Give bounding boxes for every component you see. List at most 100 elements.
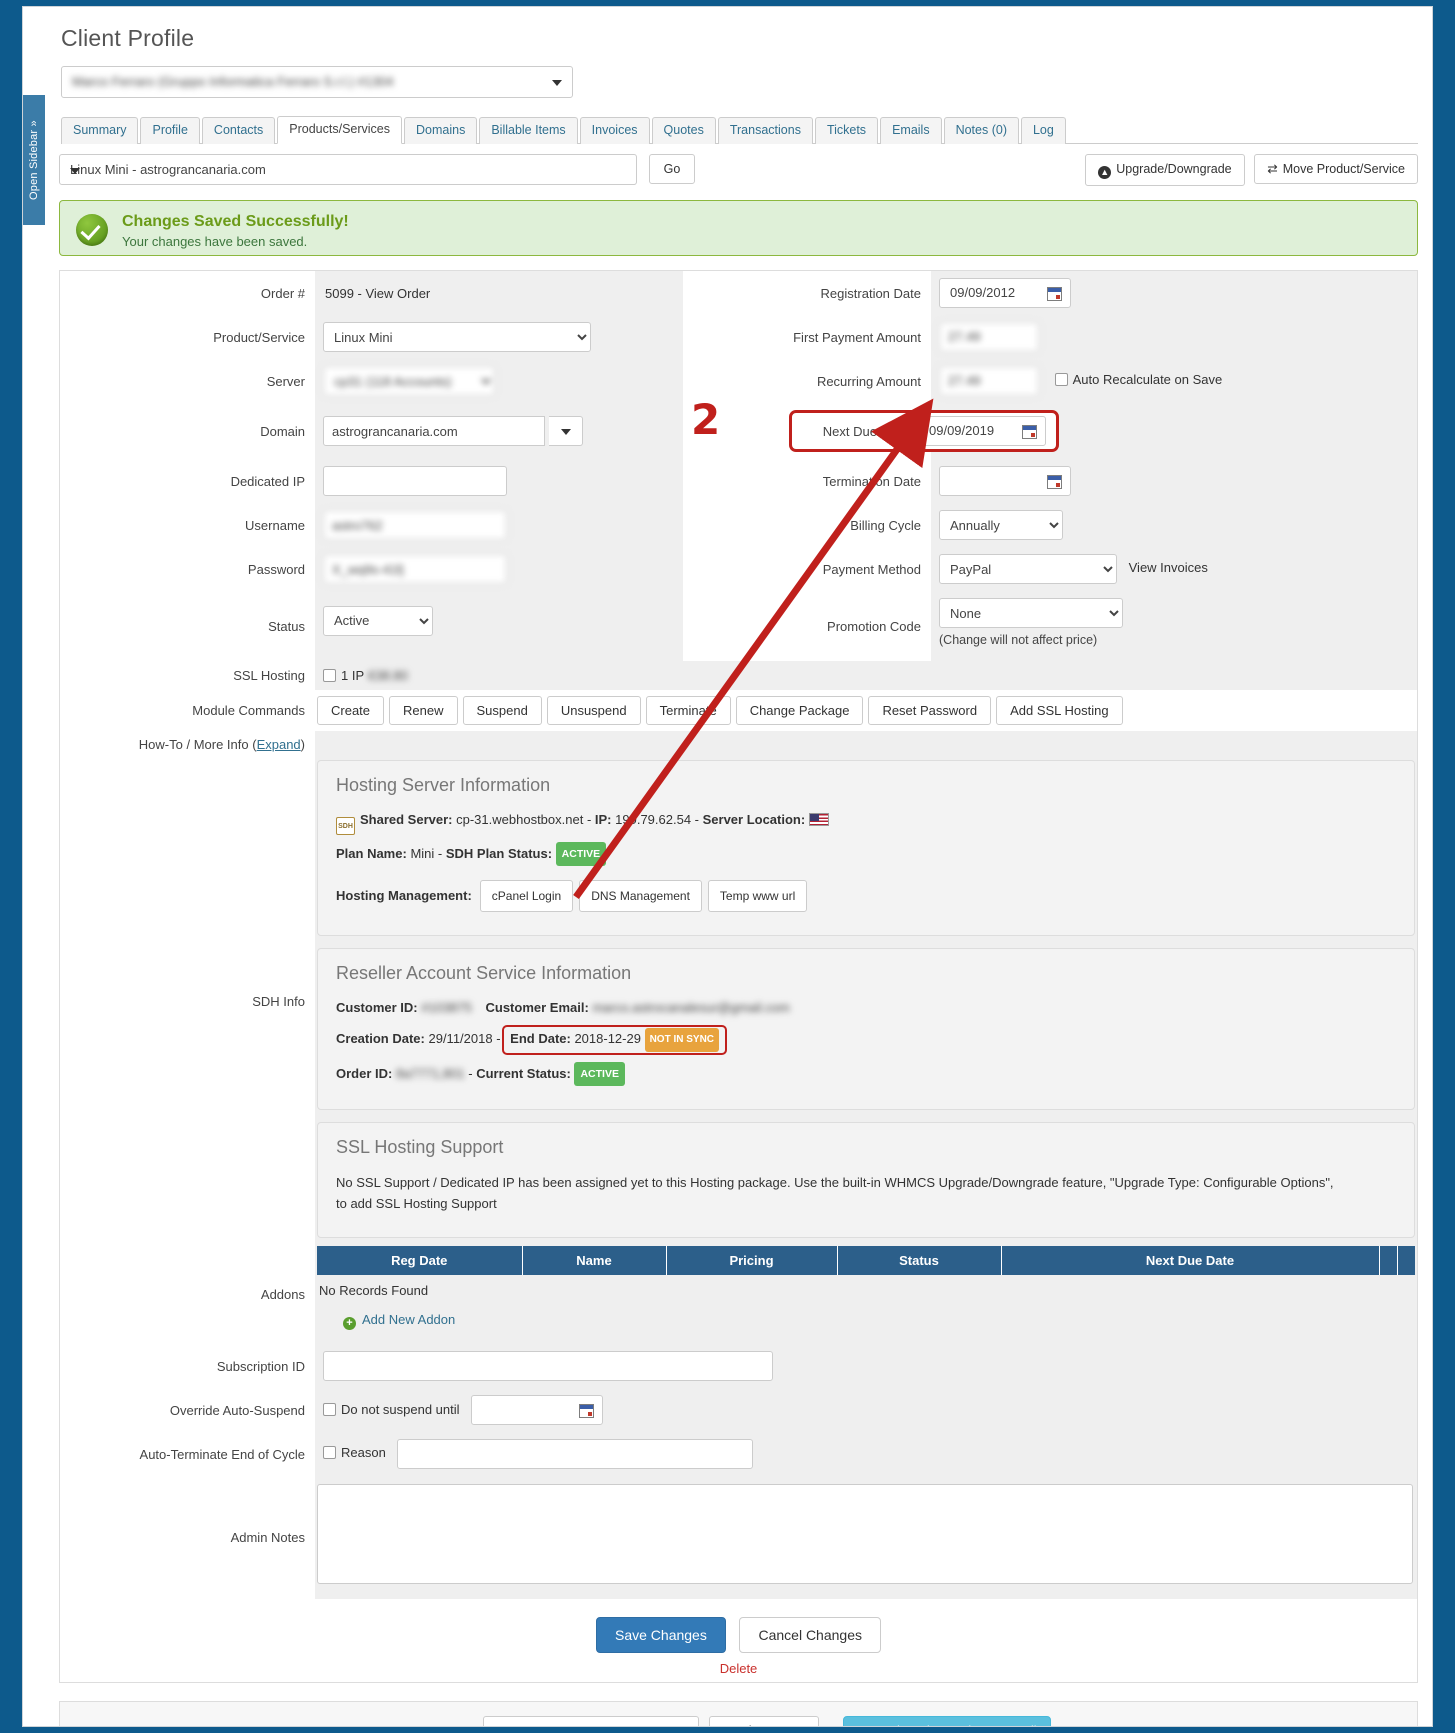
addons-col-reg-date: Reg Date bbox=[317, 1246, 523, 1275]
upgrade-downgrade-button[interactable]: ▲ Upgrade/Downgrade bbox=[1085, 154, 1245, 186]
product-select[interactable]: Linux Mini bbox=[323, 322, 591, 352]
success-alert: Changes Saved Successfully! Your changes… bbox=[59, 200, 1418, 256]
add-new-addon-wrapper[interactable]: + Add New Addon bbox=[317, 1306, 1415, 1334]
add-new-addon-link[interactable]: Add New Addon bbox=[362, 1312, 455, 1327]
override-auto-suspend-checkbox[interactable] bbox=[323, 1403, 336, 1416]
tab-quotes[interactable]: Quotes bbox=[651, 117, 716, 144]
save-changes-button[interactable]: Save Changes bbox=[596, 1617, 726, 1653]
view-invoices-link[interactable]: View Invoices bbox=[1129, 560, 1208, 575]
auto-recalculate-wrapper[interactable]: Auto Recalculate on Save bbox=[1054, 372, 1222, 387]
ip-value: 199.79.62.54 bbox=[615, 812, 692, 827]
registration-date-field[interactable] bbox=[939, 278, 1071, 308]
tab-contacts[interactable]: Contacts bbox=[201, 117, 276, 144]
promotion-code-cell: None (Change will not affect price) bbox=[931, 591, 1405, 661]
billing-cycle-select[interactable]: Annually bbox=[939, 510, 1063, 540]
module-command-unsuspend[interactable]: Unsuspend bbox=[546, 696, 641, 725]
chevron-down-icon bbox=[560, 429, 571, 435]
override-suspend-date-field[interactable] bbox=[471, 1395, 603, 1425]
billing-cycle-label: Billing Cycle bbox=[850, 517, 921, 533]
upgrade-downgrade-label: Upgrade/Downgrade bbox=[1116, 162, 1232, 176]
tab-profile[interactable]: Profile bbox=[140, 117, 200, 144]
next-due-date-field[interactable] bbox=[918, 416, 1046, 446]
customer-email-value: marco.astrocanalesur@gmail.com bbox=[592, 1000, 790, 1015]
reseller-account-info-box: Reseller Account Service Information Cus… bbox=[317, 948, 1415, 1110]
resend-welcome-email-button[interactable]: Resend Product Welcome Email bbox=[842, 1716, 1051, 1726]
registration-date-input[interactable] bbox=[948, 284, 1036, 301]
order-value[interactable]: 5099 - View Order bbox=[323, 286, 430, 301]
promotion-code-select[interactable]: None bbox=[939, 598, 1123, 628]
username-input[interactable] bbox=[323, 510, 507, 540]
termination-date-input[interactable] bbox=[948, 472, 1036, 489]
payment-method-label: Payment Method bbox=[822, 561, 921, 577]
module-command-reset-password[interactable]: Reset Password bbox=[868, 696, 992, 725]
calendar-icon[interactable] bbox=[578, 1403, 594, 1418]
tab-log[interactable]: Log bbox=[1020, 117, 1066, 144]
go-button[interactable]: Go bbox=[648, 154, 696, 184]
form-footer: Save Changes Cancel Changes Delete bbox=[60, 1599, 1417, 1682]
hosting-management-label: Hosting Management: bbox=[336, 888, 472, 903]
tab-emails[interactable]: Emails bbox=[880, 117, 942, 144]
client-profile-page: Open Sidebar » Client Profile Marco Ferr… bbox=[22, 6, 1433, 1727]
calendar-icon[interactable] bbox=[1046, 474, 1062, 489]
override-auto-suspend-label: Override Auto-Suspend bbox=[169, 1402, 305, 1418]
admin-notes-textarea[interactable] bbox=[317, 1484, 1413, 1584]
delete-link[interactable]: Delete bbox=[60, 1661, 1417, 1676]
domain-dropdown-button[interactable] bbox=[548, 416, 583, 446]
tab-notes[interactable]: Notes (0) bbox=[943, 117, 1019, 144]
tab-transactions[interactable]: Transactions bbox=[717, 117, 813, 144]
auto-terminate-checkbox[interactable] bbox=[323, 1446, 336, 1460]
status-select[interactable]: Active bbox=[323, 605, 433, 636]
password-input[interactable] bbox=[323, 554, 507, 584]
row-howto: How-To / More Info (Expand) bbox=[60, 731, 1417, 758]
send-message-button[interactable]: Send Message bbox=[709, 1716, 819, 1726]
username-cell bbox=[315, 503, 683, 547]
move-product-button[interactable]: ⇄ Move Product/Service bbox=[1254, 154, 1418, 184]
termination-date-field[interactable] bbox=[939, 466, 1071, 496]
payment-method-select[interactable]: PayPal bbox=[939, 554, 1117, 584]
domain-label: Domain bbox=[260, 423, 305, 439]
next-due-date-input[interactable] bbox=[927, 422, 1015, 439]
ssl-hosting-label: SSL Hosting bbox=[233, 668, 305, 683]
server-select[interactable]: cp31 (118 Accounts) bbox=[323, 366, 495, 396]
client-selector[interactable]: Marco Ferraro (Gruppo Informatica Ferrar… bbox=[61, 66, 573, 98]
row-status-promotion: Status Active Promotion Code None (Chang… bbox=[60, 591, 1417, 661]
module-command-renew[interactable]: Renew bbox=[389, 696, 458, 725]
tab-products-services[interactable]: Products/Services bbox=[277, 116, 402, 144]
tab-domains[interactable]: Domains bbox=[404, 117, 478, 144]
dedicated-ip-input[interactable] bbox=[323, 466, 507, 496]
product-selector[interactable]: Linux Mini - astrograncanaria.com bbox=[59, 154, 637, 185]
tab-summary[interactable]: Summary bbox=[61, 117, 139, 144]
subscription-id-input[interactable] bbox=[323, 1351, 773, 1381]
tab-tickets[interactable]: Tickets bbox=[814, 117, 879, 144]
toolbar-actions: ▲ Upgrade/Downgrade ⇄ Move Product/Service bbox=[1079, 154, 1418, 186]
domain-input[interactable] bbox=[323, 416, 545, 446]
ssl-hosting-checkbox[interactable] bbox=[323, 669, 336, 682]
tab-billable-items[interactable]: Billable Items bbox=[479, 117, 578, 144]
annotation-step-2: 2 bbox=[691, 395, 721, 444]
cpanel-login-button[interactable]: cPanel Login bbox=[479, 880, 574, 912]
dns-management-button[interactable]: DNS Management bbox=[579, 880, 702, 912]
send-message-select[interactable]: New Message bbox=[483, 1716, 700, 1726]
auto-terminate-reason-input[interactable] bbox=[397, 1439, 754, 1469]
module-command-create[interactable]: Create bbox=[317, 696, 385, 725]
shared-server-line: SDH Shared Server: cp-31.webhostbox.net -… bbox=[336, 810, 1396, 835]
cancel-changes-button[interactable]: Cancel Changes bbox=[739, 1617, 881, 1653]
module-command-terminate[interactable]: Terminate bbox=[645, 696, 731, 725]
row-product-firstpayment: Product/Service Linux Mini First Payment… bbox=[60, 315, 1417, 359]
module-command-suspend[interactable]: Suspend bbox=[462, 696, 542, 725]
override-suspend-date-input[interactable] bbox=[480, 1401, 569, 1418]
shuffle-icon: ⇄ bbox=[1267, 162, 1278, 176]
auto-recalculate-checkbox[interactable] bbox=[1054, 373, 1068, 387]
module-command-add-ssl-hosting[interactable]: Add SSL Hosting bbox=[996, 696, 1123, 725]
module-command-change-package[interactable]: Change Package bbox=[735, 696, 864, 725]
calendar-icon[interactable] bbox=[1046, 286, 1062, 301]
first-payment-input[interactable]: 27.49 bbox=[939, 322, 1039, 352]
payment-method-cell: PayPal View Invoices bbox=[931, 547, 1405, 591]
recurring-amount-input[interactable]: 27.49 bbox=[939, 366, 1039, 396]
open-sidebar-toggle[interactable]: Open Sidebar » bbox=[23, 95, 45, 225]
calendar-icon[interactable] bbox=[1022, 424, 1037, 439]
tab-invoices[interactable]: Invoices bbox=[579, 117, 650, 144]
order-id-label: Order ID: bbox=[336, 1066, 393, 1081]
howto-expand-link[interactable]: Expand bbox=[257, 737, 301, 752]
temp-www-url-button[interactable]: Temp www url bbox=[707, 880, 808, 912]
